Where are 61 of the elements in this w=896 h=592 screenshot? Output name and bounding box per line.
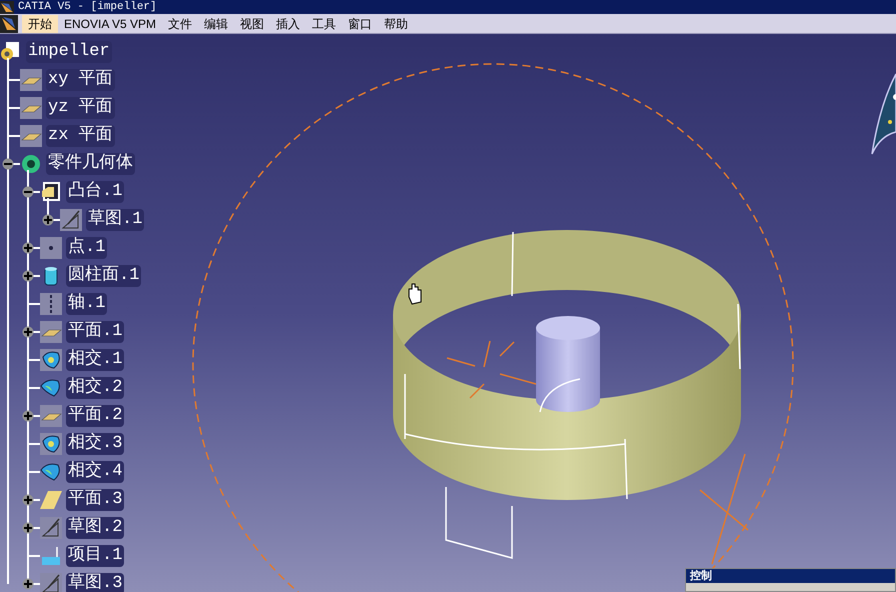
expand-icon[interactable] (22, 578, 34, 590)
window-title: CATIA V5 - [impeller] (18, 2, 157, 12)
expand-icon[interactable] (22, 270, 34, 282)
expand-icon[interactable] (42, 214, 54, 226)
menu-item[interactable]: 工具 (306, 14, 342, 32)
tree-item[interactable]: xy 平面 (46, 69, 115, 91)
surface-icon (40, 433, 62, 455)
menu-item[interactable]: 视图 (234, 14, 270, 32)
point-icon (40, 237, 62, 259)
collapse-icon[interactable] (22, 186, 34, 198)
tree-item[interactable]: 平面.3 (66, 489, 124, 511)
sketch-icon (60, 209, 82, 231)
tree-item[interactable]: 草图.3 (66, 573, 124, 592)
expand-icon[interactable] (22, 242, 34, 254)
sketch-icon (40, 517, 62, 539)
plane-icon (20, 125, 42, 147)
menu-item[interactable]: 编辑 (198, 14, 234, 32)
tree-item[interactable]: 草图.1 (86, 209, 144, 231)
expand-icon[interactable] (22, 410, 34, 422)
menu-item[interactable]: ENOVIA V5 VPM (58, 14, 162, 32)
surface-icon (40, 377, 62, 399)
tree-item[interactable]: yz 平面 (46, 97, 115, 119)
sketch-icon (40, 573, 62, 592)
menu-item[interactable]: 插入 (270, 14, 306, 32)
tree-item[interactable]: impeller (26, 41, 112, 63)
surface-icon (40, 349, 62, 371)
plane-icon (20, 69, 42, 91)
menu-item[interactable]: 窗口 (342, 14, 378, 32)
expand-icon[interactable] (22, 494, 34, 506)
tree-item[interactable]: 圆柱面.1 (66, 265, 142, 287)
gear-icon (20, 153, 42, 175)
hand-cursor-icon (408, 284, 422, 305)
app-logo-icon (0, 14, 18, 32)
tree-item[interactable]: 草图.2 (66, 517, 124, 539)
menu-item[interactable]: 帮助 (378, 14, 414, 32)
plane-icon (40, 321, 62, 343)
tree-item[interactable]: 轴.1 (66, 293, 108, 315)
tree-item[interactable]: 相交.3 (66, 433, 124, 455)
menu-item[interactable]: 开始 (22, 14, 58, 32)
tree-item[interactable]: 相交.4 (66, 461, 124, 483)
tree-item[interactable]: 平面.1 (66, 321, 124, 343)
tree-item[interactable]: 零件几何体 (46, 153, 135, 175)
app-logo-icon (0, 0, 14, 14)
tree-item[interactable]: 点.1 (66, 237, 108, 259)
tree-item[interactable]: 平面.2 (66, 405, 124, 427)
toolbar-title: 控制 (690, 570, 712, 582)
expand-icon[interactable] (22, 522, 34, 534)
tree-item[interactable]: 相交.2 (66, 377, 124, 399)
expand-icon[interactable] (22, 326, 34, 338)
menu-item[interactable]: 文件 (162, 14, 198, 32)
axis-icon (40, 293, 62, 315)
surface-icon (40, 461, 62, 483)
plane-icon (20, 97, 42, 119)
tree-item[interactable]: 凸台.1 (66, 181, 124, 203)
tree-item[interactable]: zx 平面 (46, 125, 115, 147)
collapse-icon[interactable] (2, 158, 14, 170)
projection-icon (40, 545, 62, 567)
plane-icon (40, 489, 62, 511)
plane-icon (40, 405, 62, 427)
tree-item[interactable]: 相交.1 (66, 349, 124, 371)
tree-item[interactable]: 项目.1 (66, 545, 124, 567)
